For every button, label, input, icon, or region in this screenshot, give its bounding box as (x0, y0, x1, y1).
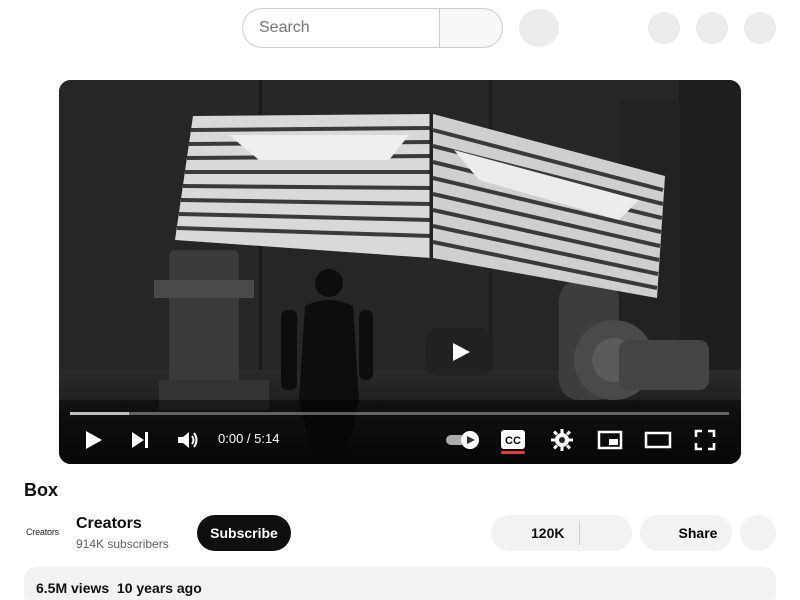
channel-name[interactable]: Creators (76, 515, 142, 533)
big-play-button[interactable] (425, 328, 493, 376)
channel-avatar[interactable]: Creators (26, 527, 59, 537)
captions-icon[interactable]: CC (501, 430, 525, 449)
search-button[interactable] (439, 8, 503, 48)
description-box[interactable]: 6.5M views 10 years ago (24, 567, 776, 600)
next-icon[interactable] (130, 430, 152, 450)
more-actions-button[interactable] (740, 515, 776, 551)
volume-icon[interactable] (176, 429, 200, 451)
svg-text:CC: CC (505, 435, 521, 447)
fullscreen-icon[interactable] (694, 429, 716, 451)
time-display: 0:00 / 5:14 (218, 431, 280, 446)
share-button[interactable]: Share (640, 515, 732, 551)
share-label: Share (678, 525, 718, 541)
video-title: Box (24, 480, 59, 500)
voice-search-button[interactable] (519, 9, 559, 47)
subscriber-count: 914K subscribers (76, 537, 169, 551)
captions-active-indicator (501, 451, 525, 454)
view-stats: 6.5M views 10 years ago (36, 580, 202, 596)
create-button[interactable] (648, 12, 680, 44)
like-divider (579, 521, 580, 545)
like-count[interactable]: 120K (531, 525, 564, 541)
like-dislike-group: 120K (491, 515, 632, 551)
notifications-button[interactable] (696, 12, 728, 44)
search-input[interactable] (242, 8, 440, 48)
miniplayer-icon[interactable] (597, 430, 623, 450)
theater-mode-icon[interactable] (644, 430, 672, 450)
play-icon[interactable] (84, 429, 104, 451)
progress-played (70, 412, 130, 415)
settings-gear-icon[interactable] (551, 429, 573, 451)
autoplay-toggle-icon[interactable] (445, 430, 481, 450)
video-player[interactable] (59, 80, 741, 464)
account-avatar[interactable] (744, 12, 776, 44)
subscribe-button[interactable]: Subscribe (197, 515, 291, 551)
progress-bar[interactable] (70, 412, 729, 415)
video-frame (59, 80, 741, 464)
